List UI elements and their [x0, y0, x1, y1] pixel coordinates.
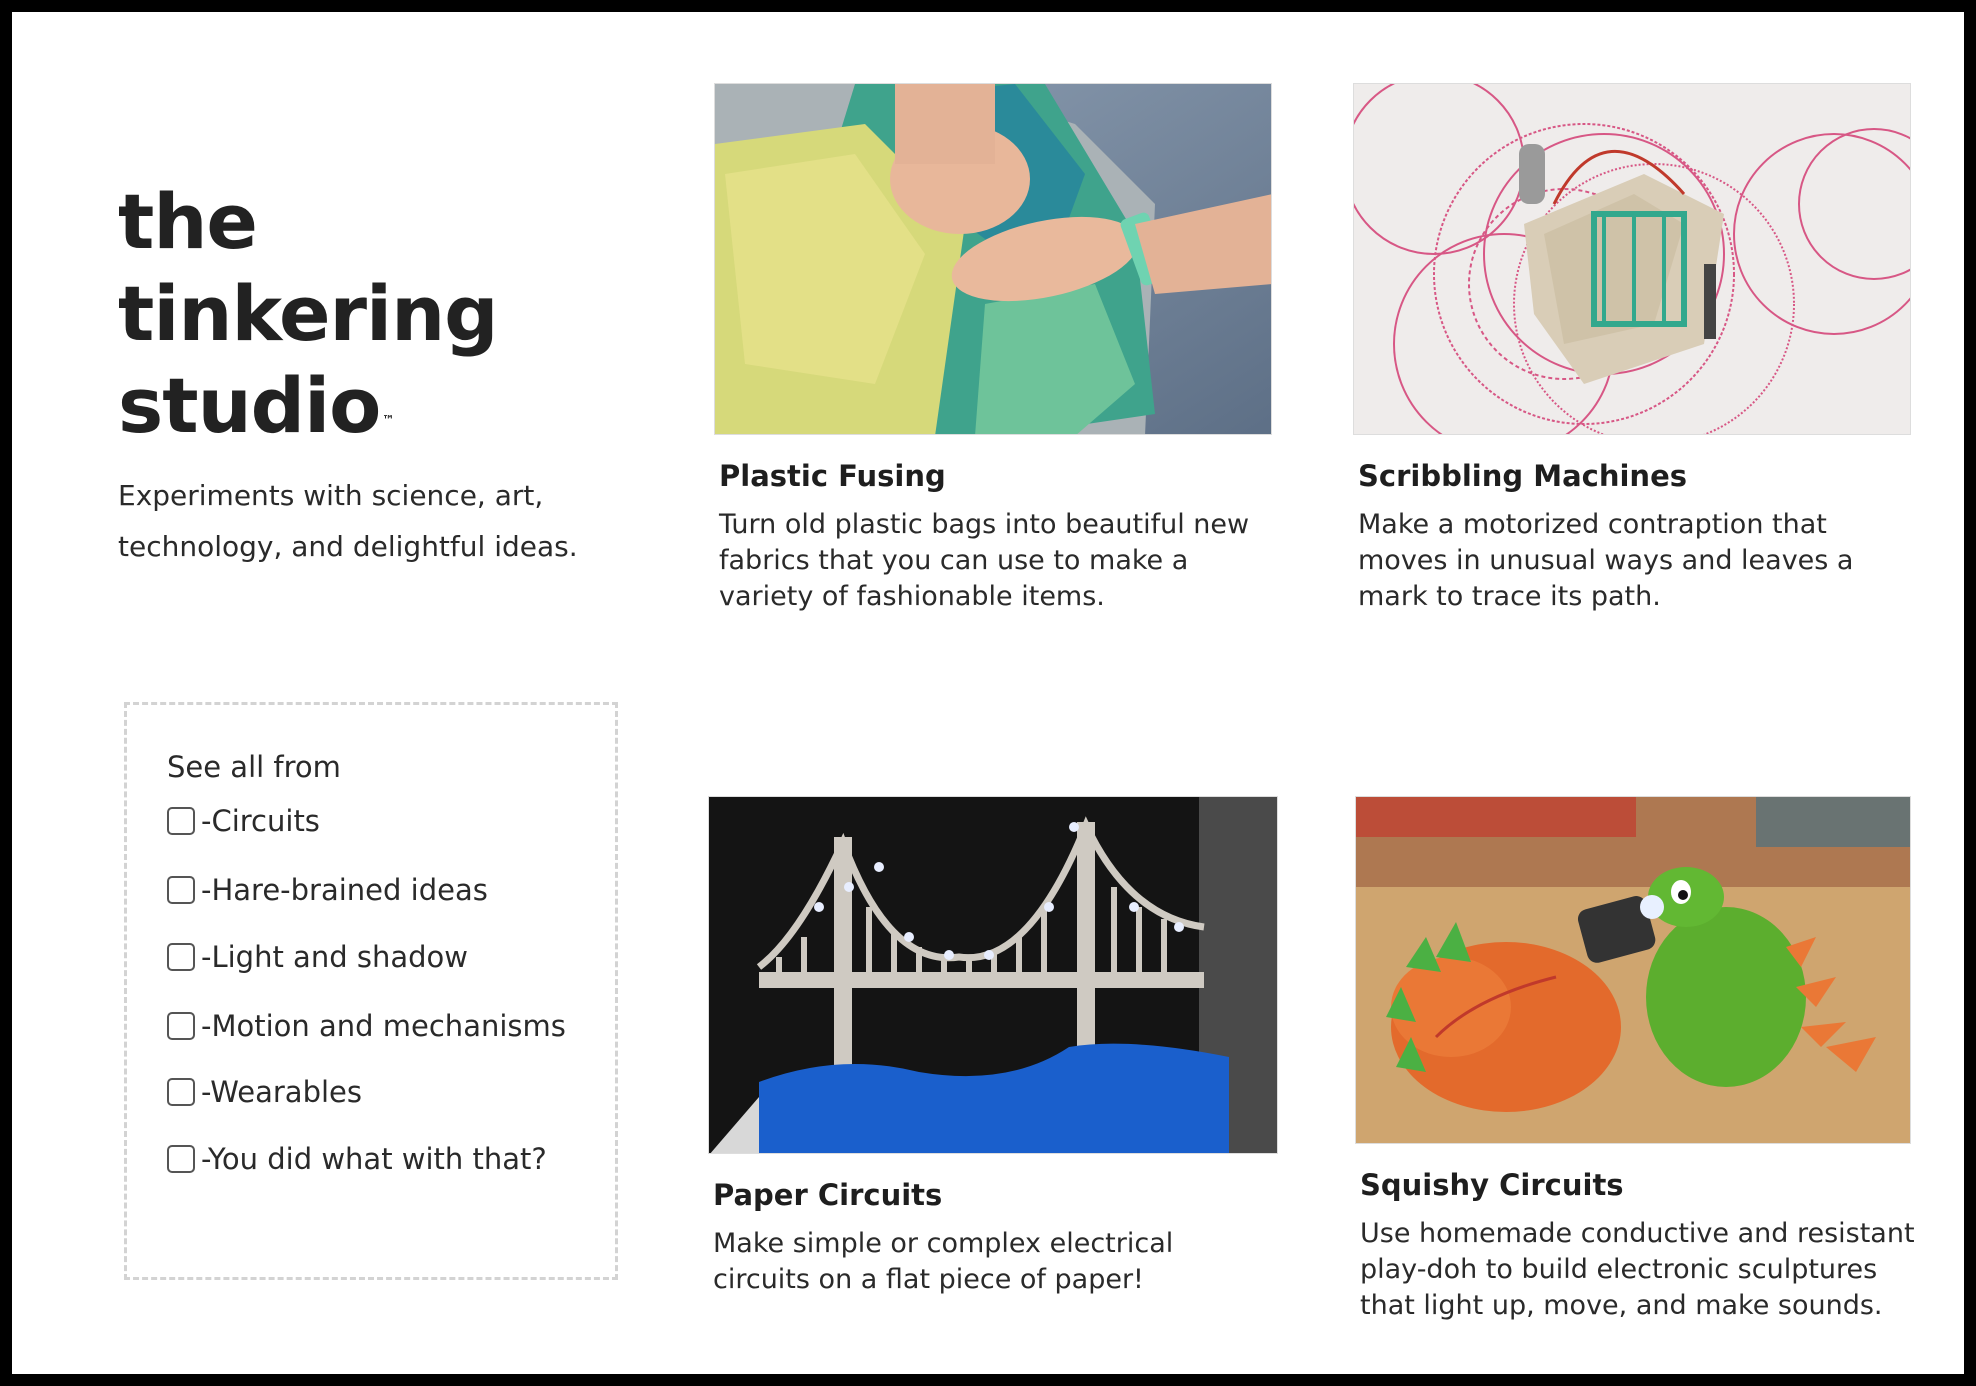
checkbox[interactable] [167, 943, 195, 971]
squishy-circuits-photo[interactable] [1355, 796, 1911, 1144]
filter-you-did-what[interactable]: -You did what with that? [167, 1142, 547, 1176]
checkbox[interactable] [167, 1145, 195, 1173]
filter-panel [124, 702, 618, 1280]
card-plastic-fusing[interactable]: Plastic Fusing Turn old plastic bags int… [714, 83, 1279, 615]
card-title[interactable]: Paper Circuits [713, 1178, 1278, 1212]
filter-wearables[interactable]: -Wearables [167, 1075, 362, 1109]
checkbox[interactable] [167, 1012, 195, 1040]
card-paper-circuits[interactable]: Paper Circuits Make simple or complex el… [708, 796, 1278, 1298]
filter-circuits[interactable]: -Circuits [167, 804, 320, 838]
card-title[interactable]: Plastic Fusing [719, 459, 1279, 493]
card-squishy-circuits[interactable]: Squishy Circuits Use homemade conductive… [1355, 796, 1920, 1324]
filter-light-and-shadow[interactable]: -Light and shadow [167, 940, 468, 974]
filter-label: -Hare-brained ideas [201, 873, 488, 907]
filter-label: -Light and shadow [201, 940, 468, 974]
card-description: Use homemade conductive and resistant pl… [1360, 1218, 1915, 1321]
filter-motion-and-mechanisms[interactable]: -Motion and mechanisms [167, 1009, 566, 1043]
plastic-fusing-photo[interactable] [714, 83, 1272, 435]
filter-label: -Circuits [201, 804, 320, 838]
card-scribbling-machines[interactable]: Scribbling Machines Make a motorized con… [1353, 83, 1918, 615]
filter-label: -You did what with that? [201, 1142, 547, 1176]
filter-heading: See all from [167, 750, 341, 784]
card-description: Make a motorized contraption that moves … [1358, 509, 1854, 612]
trademark-mark: ™ [382, 413, 394, 427]
page: the tinkering studio ™ Experiments with s… [12, 12, 1964, 1374]
checkbox[interactable] [167, 876, 195, 904]
card-title[interactable]: Scribbling Machines [1358, 459, 1918, 493]
logo-line-studio: studio [118, 361, 381, 450]
logo-line-tinkering: tinkering [118, 269, 499, 358]
card-description: Make simple or complex electrical circui… [713, 1228, 1174, 1295]
tagline: Experiments with science, art, technolog… [118, 479, 578, 563]
paper-circuits-photo[interactable] [708, 796, 1278, 1154]
filter-hare-brained-ideas[interactable]: -Hare-brained ideas [167, 873, 488, 907]
filter-label: -Motion and mechanisms [201, 1009, 566, 1043]
filter-label: -Wearables [201, 1075, 362, 1109]
checkbox[interactable] [167, 807, 195, 835]
checkbox[interactable] [167, 1078, 195, 1106]
card-title[interactable]: Squishy Circuits [1360, 1168, 1920, 1202]
brand-logo[interactable]: the tinkering studio ™ [118, 176, 499, 452]
card-description: Turn old plastic bags into beautiful new… [719, 509, 1250, 612]
scribbling-machines-photo[interactable] [1353, 83, 1911, 435]
logo-line-the: the [118, 177, 258, 266]
